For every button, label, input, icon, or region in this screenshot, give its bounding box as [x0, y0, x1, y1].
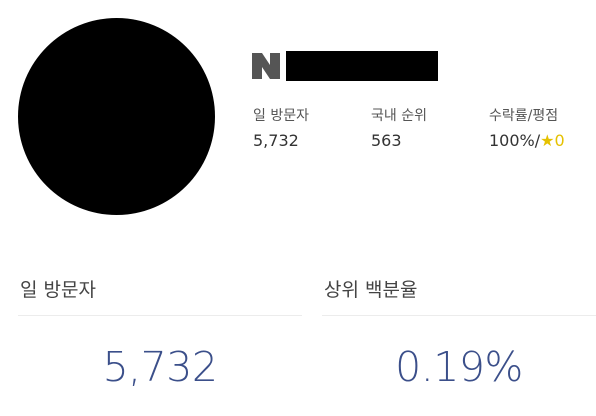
- naver-n-icon: [252, 53, 280, 79]
- stat-acceptance-rating: 수락률/평점 100%/★0: [489, 107, 565, 151]
- daily-visitors-panel: 일 방문자 5,732: [18, 276, 302, 392]
- stat-value: 100%/★0: [489, 131, 565, 151]
- panel-value: 5,732: [102, 343, 218, 391]
- top-percentile-panel: 상위 백분율 0.19%: [322, 276, 596, 392]
- avatar: [18, 18, 215, 215]
- stat-label: 국내 순위: [371, 108, 427, 124]
- panel-title: 일 방문자: [20, 279, 96, 301]
- profile-page: 일 방문자 5,732 국내 순위 563 수락률/평점 100%/★0 일 방…: [0, 0, 596, 416]
- stat-domestic-rank: 국내 순위 563: [371, 107, 427, 151]
- divider: [322, 315, 596, 316]
- panel-value: 0.19%: [395, 343, 523, 391]
- divider: [18, 315, 302, 316]
- stat-label: 일 방문자: [253, 108, 309, 124]
- rating-value: 0: [554, 131, 565, 150]
- star-icon: ★: [540, 131, 555, 150]
- stat-label: 수락률/평점: [489, 108, 559, 124]
- acceptance-rate: 100%/: [489, 131, 541, 150]
- stat-value: 5,732: [253, 131, 299, 150]
- blogger-name-redacted: [286, 51, 438, 81]
- panel-title: 상위 백분율: [324, 279, 418, 301]
- stat-daily-visitors: 일 방문자 5,732: [253, 107, 309, 151]
- stat-value: 563: [371, 131, 402, 150]
